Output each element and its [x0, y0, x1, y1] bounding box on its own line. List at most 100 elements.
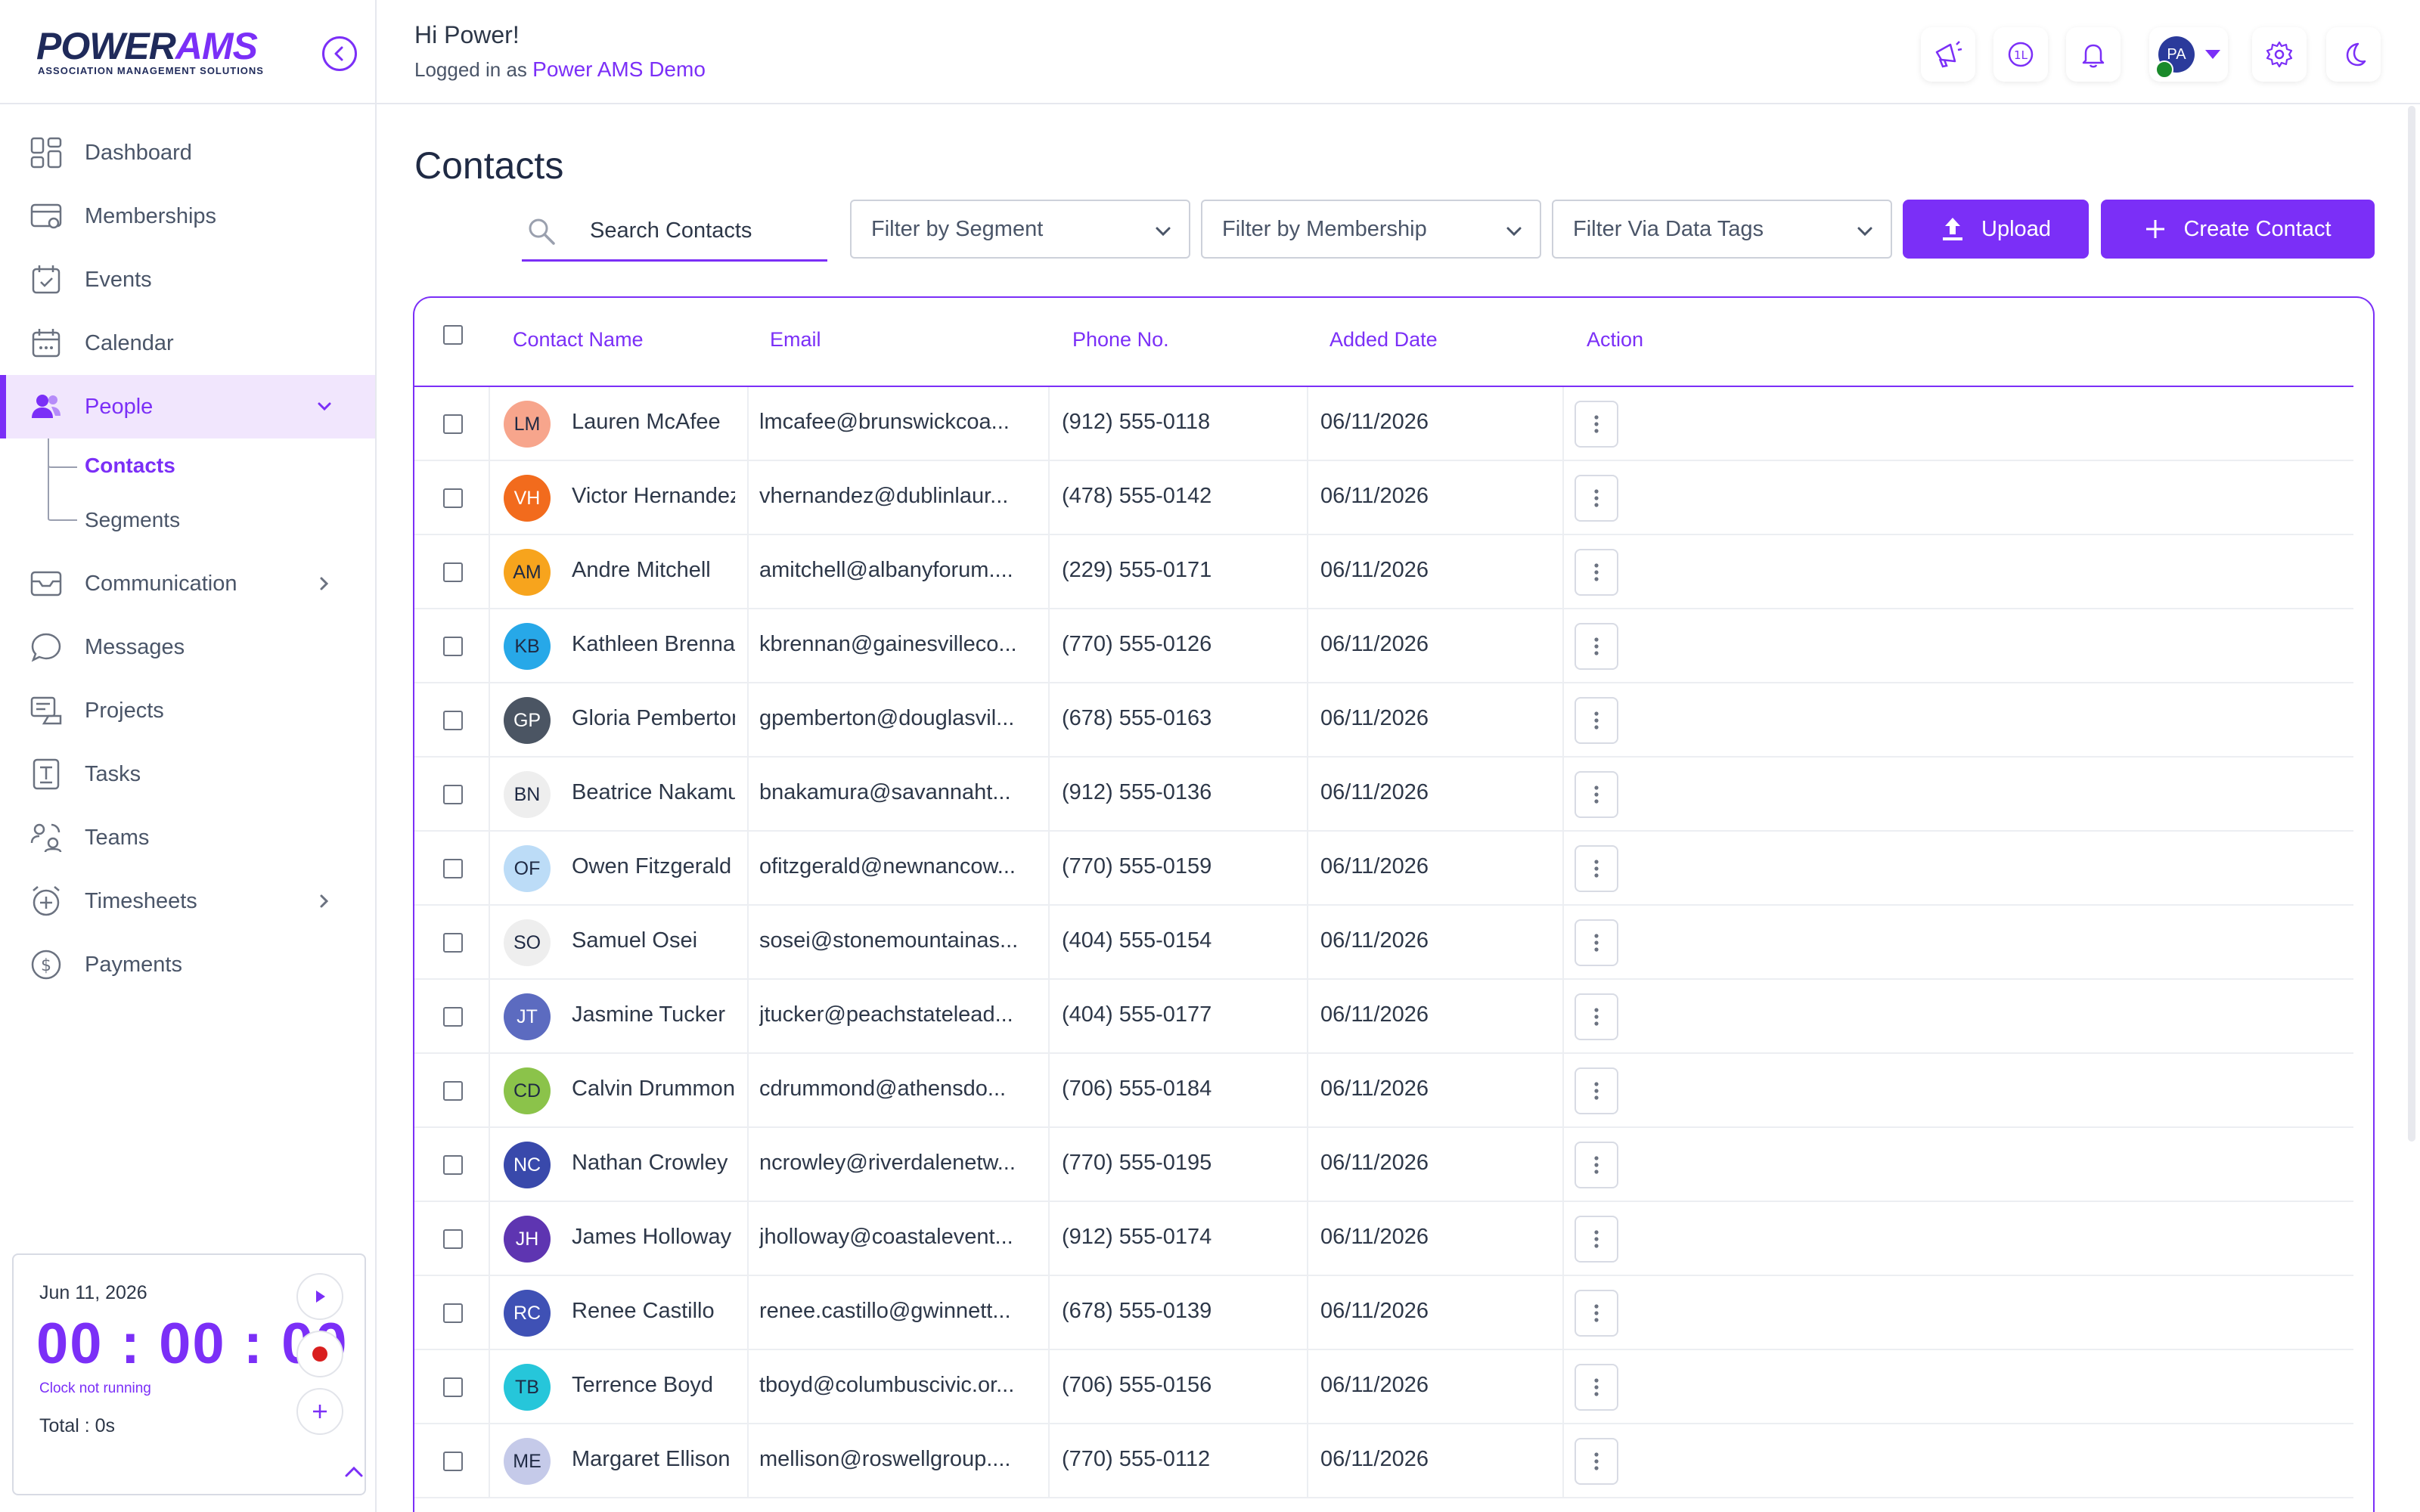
contact-name[interactable]: Victor Hernandez	[572, 484, 735, 509]
notifications-button[interactable]	[2066, 27, 2121, 82]
contact-added-date: 06/11/2026	[1320, 928, 1429, 953]
sidebar-item-timesheets[interactable]: Timesheets	[0, 869, 375, 933]
contact-name[interactable]: Jasmine Tucker	[572, 1002, 735, 1027]
table-row[interactable]: AM Andre Mitchell amitchell@albanyforum...…	[414, 535, 2353, 609]
table-row[interactable]: VH Victor Hernandez vhernandez@dublinlaur.…	[414, 461, 2353, 535]
row-checkbox[interactable]	[443, 1452, 463, 1471]
filter-data-tags-select[interactable]: Filter Via Data Tags	[1552, 200, 1892, 259]
table-row[interactable]: TB Terrence Boyd tboyd@columbuscivic.or...…	[414, 1350, 2353, 1424]
row-actions-button[interactable]	[1575, 993, 1618, 1040]
table-row[interactable]: JT Jasmine Tucker jtucker@peachstatelead..…	[414, 980, 2353, 1054]
row-checkbox[interactable]	[443, 1007, 463, 1027]
table-row[interactable]: NC Nathan Crowley ncrowley@riverdalenetw..…	[414, 1128, 2353, 1202]
row-actions-button[interactable]	[1575, 1290, 1618, 1337]
collapse-sidebar-button[interactable]	[322, 36, 357, 71]
row-actions-button[interactable]	[1575, 845, 1618, 892]
sidebar-item-events[interactable]: Events	[0, 248, 375, 311]
row-actions-button[interactable]	[1575, 401, 1618, 448]
contact-name[interactable]: Terrence Boyd	[572, 1373, 735, 1398]
row-checkbox[interactable]	[443, 1155, 463, 1175]
row-actions-button[interactable]	[1575, 771, 1618, 818]
create-contact-button[interactable]: Create Contact	[2101, 200, 2375, 259]
contact-name[interactable]: Owen Fitzgerald	[572, 854, 735, 879]
sidebar-item-projects[interactable]: Projects	[0, 679, 375, 742]
table-row[interactable]: RC Renee Castillo renee.castillo@gwinnett.…	[414, 1276, 2353, 1350]
timer-record-button[interactable]	[296, 1331, 343, 1377]
row-checkbox[interactable]	[443, 1081, 463, 1101]
chevron-up-icon[interactable]	[343, 1464, 365, 1479]
table-row[interactable]: OF Owen Fitzgerald ofitzgerald@newnancow..…	[414, 832, 2353, 906]
timer-play-button[interactable]	[296, 1273, 343, 1320]
row-checkbox[interactable]	[443, 711, 463, 730]
user-menu-button[interactable]: PA	[2149, 27, 2228, 82]
contact-name[interactable]: Gloria Pemberton	[572, 706, 735, 731]
row-actions-button[interactable]	[1575, 1142, 1618, 1188]
table-row[interactable]: BN Beatrice Nakamura bnakamura@savannaht..…	[414, 758, 2353, 832]
search-input[interactable]	[590, 212, 817, 249]
row-actions-button[interactable]	[1575, 1438, 1618, 1485]
sidebar-item-messages[interactable]: Messages	[0, 615, 375, 679]
sidebar-subitem-segments[interactable]: Segments	[85, 493, 375, 547]
row-checkbox[interactable]	[443, 637, 463, 656]
column-header-contact-name[interactable]: Contact Name	[513, 328, 644, 352]
row-actions-button[interactable]	[1575, 1364, 1618, 1411]
row-actions-button[interactable]	[1575, 919, 1618, 966]
org-name-link[interactable]: Power AMS Demo	[532, 57, 706, 81]
sidebar-item-people[interactable]: People	[0, 375, 375, 438]
contact-name[interactable]: Margaret Ellison	[572, 1447, 735, 1472]
row-checkbox[interactable]	[443, 1377, 463, 1397]
table-row[interactable]: SO Samuel Osei sosei@stonemountainas... (40…	[414, 906, 2353, 980]
contact-name[interactable]: Nathan Crowley	[572, 1151, 735, 1176]
table-row[interactable]: JH James Holloway jholloway@coastalevent..…	[414, 1202, 2353, 1276]
row-checkbox[interactable]	[443, 1303, 463, 1323]
dark-mode-toggle[interactable]	[2326, 27, 2381, 82]
sidebar-item-payments[interactable]: $ Payments	[0, 933, 375, 996]
filter-membership-select[interactable]: Filter by Membership	[1201, 200, 1541, 259]
announcements-button[interactable]	[1921, 27, 1975, 82]
row-actions-button[interactable]	[1575, 475, 1618, 522]
row-actions-button[interactable]	[1575, 1216, 1618, 1263]
contact-name[interactable]: Andre Mitchell	[572, 558, 735, 583]
sidebar-item-communication[interactable]: Communication	[0, 552, 375, 615]
row-checkbox[interactable]	[443, 414, 463, 434]
contact-name[interactable]: Calvin Drummond	[572, 1077, 735, 1101]
row-checkbox[interactable]	[443, 562, 463, 582]
column-header-email[interactable]: Email	[770, 328, 821, 352]
row-checkbox[interactable]	[443, 859, 463, 878]
logo[interactable]: POWERAMS	[36, 27, 258, 65]
sidebar-item-memberships[interactable]: Memberships	[0, 184, 375, 248]
column-header-added-date[interactable]: Added Date	[1329, 328, 1438, 352]
row-actions-button[interactable]	[1575, 623, 1618, 670]
table-row[interactable]: KB Kathleen Brennan kbrennan@gainesvilleco…	[414, 609, 2353, 683]
sidebar-item-dashboard[interactable]: Dashboard	[0, 121, 375, 184]
table-row[interactable]: CD Calvin Drummond cdrummond@athensdo... (7…	[414, 1054, 2353, 1128]
contact-name[interactable]: James Holloway	[572, 1225, 735, 1250]
settings-button[interactable]	[2252, 27, 2307, 82]
sidebar-item-tasks[interactable]: Tasks	[0, 742, 375, 806]
timer-add-button[interactable]	[296, 1388, 343, 1435]
row-checkbox[interactable]	[443, 488, 463, 508]
row-checkbox[interactable]	[443, 933, 463, 953]
table-row[interactable]: LM Lauren McAfee lmcafee@brunswickcoa... (9…	[414, 387, 2353, 461]
contact-name[interactable]: Beatrice Nakamura	[572, 780, 735, 805]
contact-name[interactable]: Kathleen Brennan	[572, 632, 735, 657]
contact-name[interactable]: Lauren McAfee	[572, 410, 735, 435]
table-row[interactable]: GP Gloria Pemberton gpemberton@douglasvil.…	[414, 683, 2353, 758]
upload-button[interactable]: Upload	[1903, 200, 2089, 259]
page-scrollbar[interactable]	[2408, 106, 2415, 1142]
row-checkbox[interactable]	[443, 1229, 463, 1249]
row-checkbox[interactable]	[443, 785, 463, 804]
select-all-checkbox[interactable]	[443, 325, 463, 345]
contact-name[interactable]: Renee Castillo	[572, 1299, 735, 1324]
row-actions-button[interactable]	[1575, 1067, 1618, 1114]
sidebar-item-calendar[interactable]: Calendar	[0, 311, 375, 375]
column-header-phone[interactable]: Phone No.	[1072, 328, 1169, 352]
sidebar-item-teams[interactable]: Teams	[0, 806, 375, 869]
row-actions-button[interactable]	[1575, 549, 1618, 596]
refresh-button[interactable]: 1L	[1993, 27, 2048, 82]
row-actions-button[interactable]	[1575, 697, 1618, 744]
table-row[interactable]: ME Margaret Ellison mellison@roswellgroup.…	[414, 1424, 2353, 1498]
filter-segment-select[interactable]: Filter by Segment	[850, 200, 1190, 259]
sidebar-subitem-contacts[interactable]: Contacts	[85, 438, 375, 493]
contact-name[interactable]: Samuel Osei	[572, 928, 735, 953]
